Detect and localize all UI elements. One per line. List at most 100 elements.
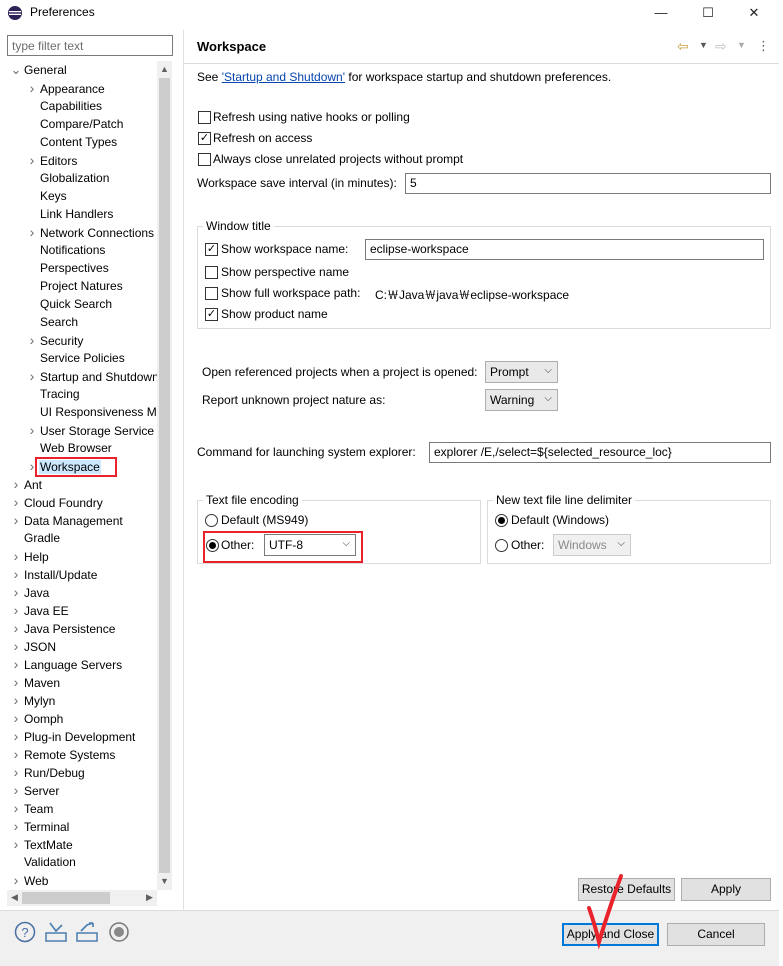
tree-item[interactable]: › Server [9, 781, 60, 799]
collapsed-chevron-icon[interactable]: › [9, 871, 23, 889]
always-close-checkbox[interactable] [198, 153, 211, 166]
apply-button[interactable]: Apply [681, 878, 771, 901]
startup-shutdown-link[interactable]: 'Startup and Shutdown' [222, 70, 345, 84]
tree-item[interactable]: › Data Management [9, 511, 124, 529]
tree-item[interactable]: Keys [25, 187, 68, 205]
collapsed-chevron-icon[interactable]: › [9, 691, 23, 709]
tree-item[interactable]: Validation [9, 853, 77, 871]
tree-item[interactable]: › Remote Systems [9, 745, 116, 763]
tree-item[interactable]: Project Natures [25, 277, 124, 295]
save-interval-input[interactable]: 5 [405, 173, 771, 194]
collapsed-chevron-icon[interactable]: › [25, 421, 39, 439]
tree-vertical-scroll-thumb[interactable] [159, 78, 170, 873]
show-product-name-checkbox[interactable]: ✓ [205, 308, 218, 321]
collapsed-chevron-icon[interactable]: › [25, 331, 39, 349]
expanded-chevron-icon[interactable]: ⌄ [9, 61, 23, 79]
tree-item[interactable]: › Cloud Foundry [9, 493, 104, 511]
tree-item[interactable]: Tracing [25, 385, 81, 403]
tree-item[interactable]: Gradle [9, 529, 61, 547]
collapsed-chevron-icon[interactable]: › [9, 565, 23, 583]
tree-item[interactable]: › JSON [9, 637, 57, 655]
collapsed-chevron-icon[interactable]: › [9, 655, 23, 673]
collapsed-chevron-icon[interactable]: › [9, 727, 23, 745]
view-menu-icon[interactable]: ⋮ [757, 38, 770, 54]
collapsed-chevron-icon[interactable]: › [25, 79, 39, 97]
oomph-record-icon[interactable] [107, 921, 131, 945]
tree-item[interactable]: Globalization [25, 169, 110, 187]
collapsed-chevron-icon[interactable]: › [9, 781, 23, 799]
tree-item[interactable]: › Terminal [9, 817, 70, 835]
maximize-button[interactable]: ☐ [685, 0, 731, 26]
collapsed-chevron-icon[interactable]: › [9, 475, 23, 493]
tree-item[interactable]: Content Types [25, 133, 118, 151]
collapsed-chevron-icon[interactable]: › [9, 637, 23, 655]
tree-item[interactable]: ⌄ General [9, 61, 68, 79]
tree-item[interactable]: › Security [25, 331, 84, 349]
filter-input[interactable] [7, 35, 173, 56]
collapsed-chevron-icon[interactable]: › [25, 367, 39, 385]
unknown-nature-combo[interactable]: Warning ⌵ [485, 389, 558, 411]
tree-item[interactable]: › TextMate [9, 835, 74, 853]
tree-horizontal-scroll-thumb[interactable] [22, 892, 110, 904]
export-icon[interactable] [75, 921, 99, 945]
scroll-right-icon[interactable]: ▶ [142, 890, 157, 905]
close-window-button[interactable]: ✕ [731, 0, 777, 26]
tree-item[interactable]: Quick Search [25, 295, 113, 313]
tree-item[interactable]: Link Handlers [25, 205, 114, 223]
refresh-access-checkbox[interactable]: ✓ [198, 132, 211, 145]
collapsed-chevron-icon[interactable]: › [9, 835, 23, 853]
help-icon[interactable]: ? [13, 921, 37, 945]
explorer-command-input[interactable]: explorer /E,/select=${selected_resource_… [429, 442, 771, 463]
tree-item[interactable]: › Plug-in Development [9, 727, 136, 745]
tree-item[interactable]: › Oomph [9, 709, 64, 727]
tree-item[interactable]: › Network Connections [25, 223, 155, 241]
scroll-down-icon[interactable]: ▼ [157, 874, 172, 889]
collapsed-chevron-icon[interactable]: › [9, 799, 23, 817]
collapsed-chevron-icon[interactable]: › [9, 673, 23, 691]
delimiter-default-radio[interactable] [495, 514, 508, 527]
back-arrow-icon[interactable]: ⇦ [677, 38, 689, 55]
minimize-button[interactable]: — [638, 0, 684, 26]
tree-item[interactable]: › User Storage Service [25, 421, 155, 439]
tree-item[interactable]: Web Browser [25, 439, 113, 457]
show-perspective-name-checkbox[interactable] [205, 266, 218, 279]
import-icon[interactable] [44, 921, 68, 945]
tree-item[interactable]: Notifications [25, 241, 106, 259]
tree-item[interactable]: › Maven [9, 673, 61, 691]
tree-item[interactable]: › Startup and Shutdown [25, 367, 157, 385]
tree-item[interactable]: › Java EE [9, 601, 70, 619]
tree-item[interactable]: UI Responsiveness Monitoring [25, 403, 157, 421]
collapsed-chevron-icon[interactable]: › [9, 547, 23, 565]
delimiter-other-radio[interactable] [495, 539, 508, 552]
forward-arrow-icon[interactable]: ⇨ [715, 38, 727, 55]
collapsed-chevron-icon[interactable]: › [9, 745, 23, 763]
show-full-path-checkbox[interactable] [205, 287, 218, 300]
tree-item[interactable]: › Editors [25, 151, 78, 169]
collapsed-chevron-icon[interactable]: › [25, 151, 39, 169]
back-menu-chevron-icon[interactable]: ▼ [699, 40, 708, 50]
tree-item[interactable]: › Web [9, 871, 49, 889]
collapsed-chevron-icon[interactable]: › [9, 619, 23, 637]
refresh-native-checkbox[interactable] [198, 111, 211, 124]
tree-item[interactable]: Compare/Patch [25, 115, 124, 133]
tree-item[interactable]: Search [25, 313, 79, 331]
collapsed-chevron-icon[interactable]: › [25, 223, 39, 241]
tree-item[interactable]: › Help [9, 547, 50, 565]
collapsed-chevron-icon[interactable]: › [9, 709, 23, 727]
cancel-button[interactable]: Cancel [667, 923, 765, 946]
collapsed-chevron-icon[interactable]: › [9, 583, 23, 601]
forward-menu-chevron-icon[interactable]: ▼ [737, 40, 746, 50]
scroll-left-icon[interactable]: ◀ [7, 890, 22, 905]
tree-item[interactable]: › Ant [9, 475, 43, 493]
tree-item[interactable]: › Run/Debug [9, 763, 86, 781]
scroll-up-icon[interactable]: ▲ [157, 62, 172, 77]
collapsed-chevron-icon[interactable]: › [9, 601, 23, 619]
tree-item[interactable]: › Team [9, 799, 54, 817]
collapsed-chevron-icon[interactable]: › [9, 817, 23, 835]
collapsed-chevron-icon[interactable]: › [9, 493, 23, 511]
encoding-default-radio[interactable] [205, 514, 218, 527]
tree-item[interactable]: › Language Servers [9, 655, 123, 673]
delimiter-combo[interactable]: Windows ⌵ [553, 534, 631, 556]
tree-item[interactable]: Service Policies [25, 349, 126, 367]
tree-item[interactable]: › Java Persistence [9, 619, 116, 637]
